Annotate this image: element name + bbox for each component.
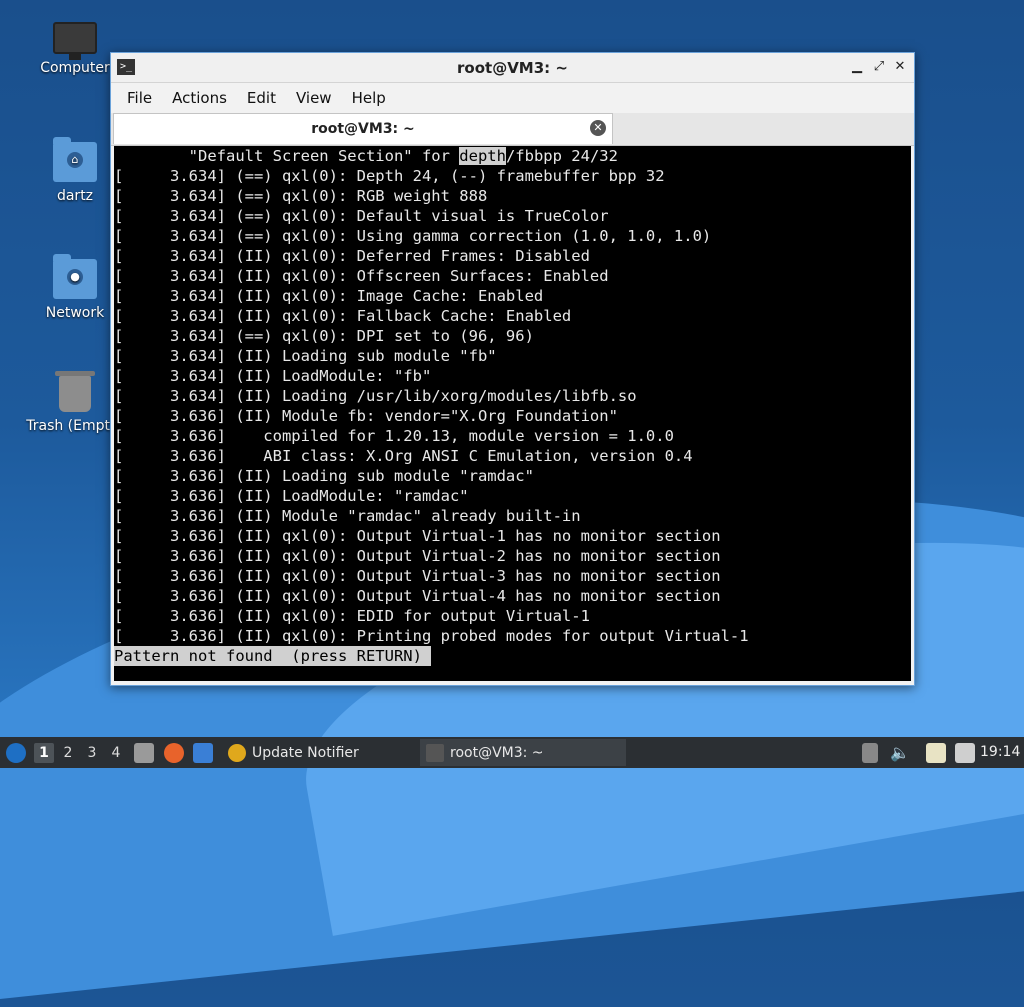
terminal-line: [ 3.636] (II) qxl(0): Output Virtual-1 h… — [114, 527, 721, 545]
terminal-line: [ 3.634] (II) qxl(0): Deferred Frames: D… — [114, 247, 590, 265]
workspace-2[interactable]: 2 — [58, 743, 78, 763]
show-desktop-icon[interactable] — [193, 743, 213, 763]
workspace-3[interactable]: 3 — [82, 743, 102, 763]
firefox-icon[interactable] — [164, 743, 184, 763]
clock[interactable]: 19:14 — [980, 744, 1020, 760]
minimize-icon[interactable]: ▁ — [848, 58, 866, 76]
home-folder-icon: ⌂ — [53, 137, 97, 182]
pager-status-text: Pattern not found (press RETURN) — [114, 646, 432, 666]
display-icon[interactable] — [955, 743, 975, 763]
menu-help[interactable]: Help — [342, 89, 396, 107]
terminal-line: [ 3.636] (II) LoadModule: "ramdac" — [114, 487, 469, 505]
pager-status-line: Pattern not found (press RETURN) — [114, 646, 911, 666]
workspace-4[interactable]: 4 — [106, 743, 126, 763]
update-notifier-icon — [228, 743, 246, 762]
terminal-line: [ 3.634] (II) qxl(0): Image Cache: Enabl… — [114, 287, 544, 305]
terminal-line: [ 3.634] (==) qxl(0): DPI set to (96, 96… — [114, 327, 534, 345]
terminal-line: [ 3.634] (==) qxl(0): RGB weight 888 — [114, 187, 488, 205]
terminal-line: [ 3.636] (II) qxl(0): Printing probed mo… — [114, 627, 749, 645]
tab-bar: root@VM3: ~ ✕ — [111, 113, 914, 146]
terminal-window: >_ root@VM3: ~ ▁ ⤢ ✕ File Actions Edit V… — [110, 52, 915, 686]
terminal-line: [ 3.636] (II) qxl(0): Output Virtual-3 h… — [114, 567, 721, 585]
app-menu-icon[interactable] — [6, 743, 26, 763]
terminal-line: [ 3.634] (II) LoadModule: "fb" — [114, 367, 432, 385]
menu-file[interactable]: File — [117, 89, 162, 107]
tab-label: root@VM3: ~ — [311, 121, 415, 137]
tab-terminal[interactable]: root@VM3: ~ ✕ — [113, 113, 613, 144]
terminal-line: [ 3.634] (==) qxl(0): Depth 24, (--) fra… — [114, 167, 665, 185]
clipboard-icon[interactable] — [926, 743, 946, 763]
terminal-line: [ 3.636] (II) Module fb: vendor="X.Org F… — [114, 407, 618, 425]
task-label: Update Notifier — [252, 744, 359, 761]
terminal-line: [ 3.636] compiled for 1.20.13, module ve… — [114, 427, 674, 445]
network-status-icon[interactable] — [862, 743, 878, 763]
close-icon[interactable]: ✕ — [891, 58, 909, 76]
terminal-line: [ 3.634] (==) qxl(0): Using gamma correc… — [114, 227, 712, 245]
terminal-line: [ 3.634] (II) Loading /usr/lib/xorg/modu… — [114, 387, 637, 405]
terminal-line: [ 3.634] (==) qxl(0): Default visual is … — [114, 207, 609, 225]
workspace-1[interactable]: 1 — [34, 743, 54, 763]
taskbar: 1 2 3 4 Update Notifier root@VM3: ~ 🔈 19… — [0, 737, 1024, 768]
network-folder-icon: ● — [53, 254, 97, 299]
file-manager-icon[interactable] — [134, 743, 154, 763]
terminal-line: "Default Screen Section" for depth/fbbpp… — [114, 147, 618, 165]
terminal-line: [ 3.636] (II) Module "ramdac" already bu… — [114, 507, 581, 525]
menu-edit[interactable]: Edit — [237, 89, 286, 107]
maximize-icon[interactable]: ⤢ — [870, 58, 888, 76]
terminal-icon — [426, 743, 444, 762]
terminal-line: [ 3.636] (II) qxl(0): Output Virtual-4 h… — [114, 587, 721, 605]
window-titlebar[interactable]: >_ root@VM3: ~ ▁ ⤢ ✕ — [111, 53, 914, 83]
terminal-line: [ 3.636] (II) qxl(0): Output Virtual-2 h… — [114, 547, 721, 565]
terminal-line: [ 3.634] (II) qxl(0): Offscreen Surfaces… — [114, 267, 609, 285]
task-terminal[interactable]: root@VM3: ~ — [420, 739, 626, 766]
trash-icon — [55, 371, 95, 412]
task-update-notifier[interactable]: Update Notifier — [222, 739, 418, 766]
terminal-line: [ 3.636] (II) qxl(0): EDID for output Vi… — [114, 607, 590, 625]
terminal-line: [ 3.634] (II) qxl(0): Fallback Cache: En… — [114, 307, 572, 325]
terminal-line: [ 3.636] (II) Loading sub module "ramdac… — [114, 467, 534, 485]
computer-icon — [53, 22, 97, 60]
window-title: root@VM3: ~ — [457, 59, 568, 77]
task-label: root@VM3: ~ — [450, 744, 544, 761]
terminal-output[interactable]: "Default Screen Section" for depth/fbbpp… — [114, 146, 911, 681]
volume-icon[interactable]: 🔈 — [890, 743, 910, 763]
menu-actions[interactable]: Actions — [162, 89, 237, 107]
terminal-line: [ 3.634] (II) Loading sub module "fb" — [114, 347, 497, 365]
terminal-line: [ 3.636] ABI class: X.Org ANSI C Emulati… — [114, 447, 693, 465]
search-highlight: depth — [459, 147, 506, 165]
menu-view[interactable]: View — [286, 89, 342, 107]
tab-close-icon[interactable]: ✕ — [590, 120, 606, 136]
menu-bar: File Actions Edit View Help — [111, 83, 914, 113]
